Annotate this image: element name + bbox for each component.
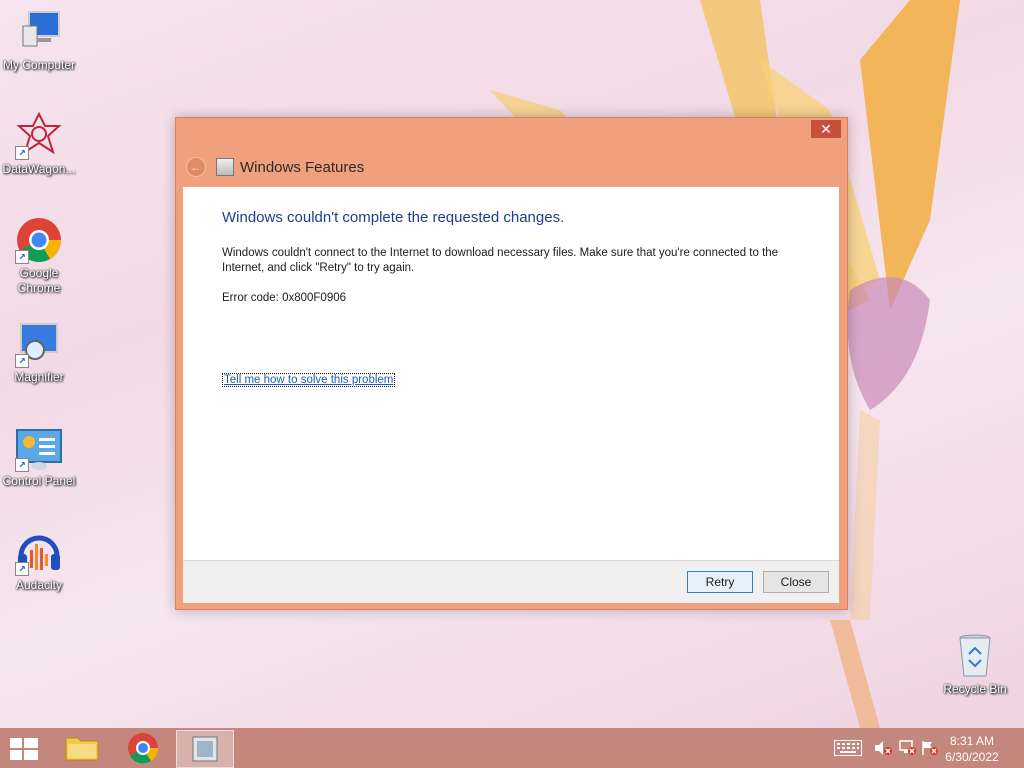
chrome-icon <box>128 733 159 764</box>
network-icon[interactable] <box>898 740 916 756</box>
recycle-bin-icon <box>951 632 999 680</box>
close-window-button[interactable]: ✕ <box>811 120 841 138</box>
clock-date: 6/30/2022 <box>945 750 999 764</box>
taskbar-file-explorer[interactable] <box>54 730 110 766</box>
taskbar-windows-features[interactable] <box>176 730 234 768</box>
shortcut-arrow-icon: ↗ <box>15 146 29 160</box>
shortcut-arrow-icon: ↗ <box>15 250 29 264</box>
volume-muted-icon[interactable] <box>874 740 892 756</box>
desktop-icon-control-panel[interactable]: ↗ Control Panel <box>0 424 78 489</box>
taskbar: 8:31 AM 6/30/2022 <box>0 728 1024 768</box>
desktop-icon-my-computer[interactable]: My Computer <box>0 8 78 73</box>
desktop-icon-magnifier[interactable]: ↗ Magnifier <box>0 320 78 385</box>
windows-features-icon <box>216 158 234 176</box>
keyboard-icon[interactable] <box>834 740 862 756</box>
retry-button[interactable]: Retry <box>687 571 753 593</box>
close-button[interactable]: Close <box>763 571 829 593</box>
error-heading: Windows couldn't complete the requested … <box>222 209 565 226</box>
chrome-icon: ↗ <box>15 216 63 264</box>
desktop-icon-label: DataWagon... <box>2 162 76 176</box>
shortcut-arrow-icon: ↗ <box>15 354 29 368</box>
desktop-icon-recycle-bin[interactable]: Recycle Bin <box>936 632 1014 697</box>
error-code: Error code: 0x800F0906 <box>222 292 347 304</box>
desktop-icon-label: Control Panel <box>2 474 76 488</box>
clock-time: 8:31 AM <box>949 734 995 748</box>
desktop-icon-label: Magnifier <box>14 370 64 384</box>
control-panel-icon: ↗ <box>15 424 63 472</box>
datawagon-icon: ↗ <box>15 111 63 160</box>
dialog-title: Windows Features <box>240 158 365 176</box>
windows-logo-icon <box>10 738 38 760</box>
action-center-flag-icon[interactable] <box>920 740 938 756</box>
dialog-title-bar: ← Windows Features <box>186 156 364 178</box>
windows-features-dialog: ✕ ← Windows Features Windows couldn't co… <box>175 117 848 610</box>
shortcut-arrow-icon: ↗ <box>15 562 29 576</box>
windows-features-icon <box>192 736 218 762</box>
folder-icon <box>65 737 99 761</box>
dialog-content: Windows couldn't complete the requested … <box>183 187 839 560</box>
desktop-icon-label: Audacity <box>15 578 63 592</box>
back-arrow-icon[interactable]: ← <box>186 157 206 177</box>
error-message: Windows couldn't connect to the Internet… <box>222 247 779 274</box>
desktop-icon-datawagon[interactable]: ↗ DataWagon... <box>0 111 78 177</box>
clock[interactable]: 8:31 AM 6/30/2022 <box>942 733 1002 765</box>
audacity-icon: ↗ <box>15 528 63 576</box>
magnifier-icon: ↗ <box>15 320 63 368</box>
desktop-icon-label: Recycle Bin <box>943 682 1007 696</box>
start-button[interactable] <box>10 738 38 760</box>
shortcut-arrow-icon: ↗ <box>15 458 29 472</box>
computer-icon <box>15 8 63 56</box>
dialog-footer: Retry Close <box>183 560 839 603</box>
desktop-icon-label: My Computer <box>2 58 76 72</box>
taskbar-chrome[interactable] <box>115 730 171 766</box>
desktop-icon-chrome[interactable]: ↗ Google Chrome <box>0 216 78 296</box>
desktop-icon-audacity[interactable]: ↗ Audacity <box>0 528 78 593</box>
help-link[interactable]: Tell me how to solve this problem <box>222 373 396 387</box>
desktop-icon-label: Google Chrome <box>17 266 61 295</box>
